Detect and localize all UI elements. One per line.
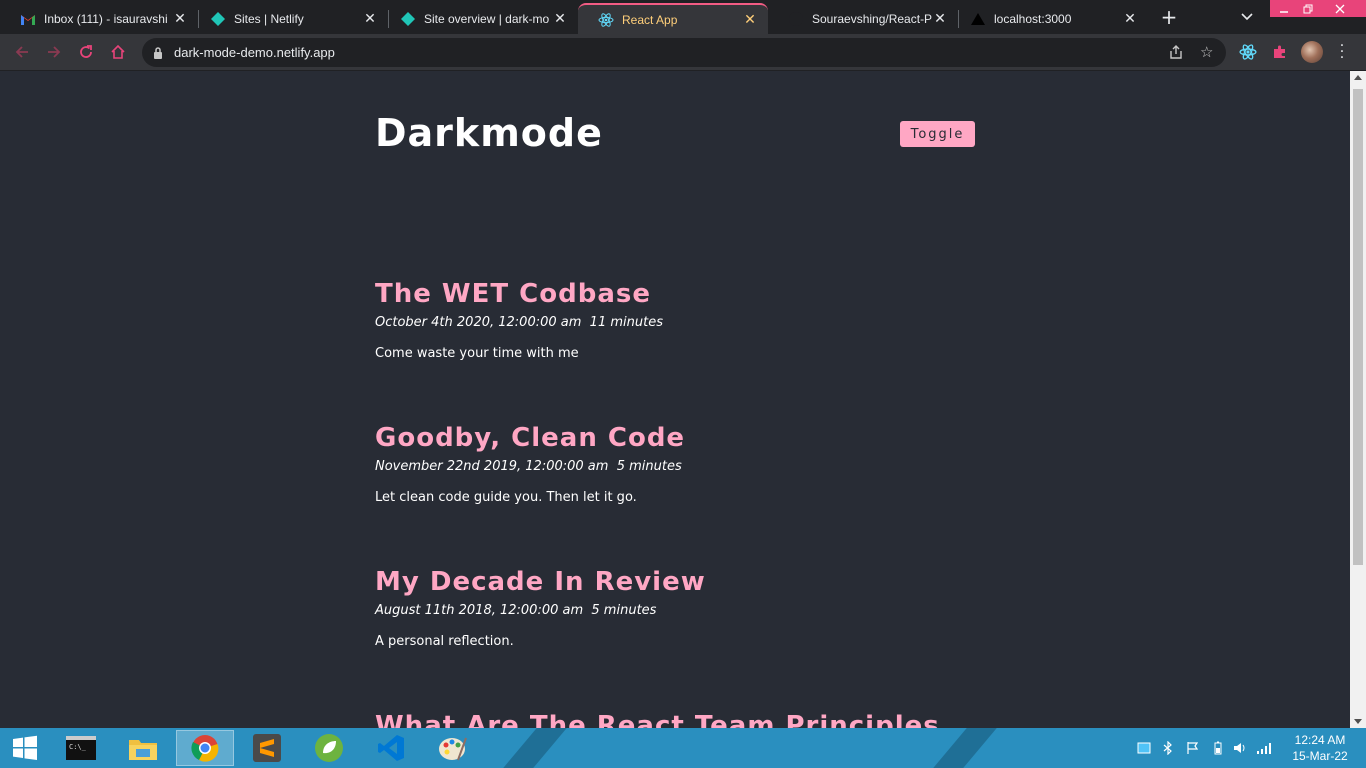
vercel-icon	[970, 11, 986, 27]
scrollbar-thumb[interactable]	[1353, 89, 1363, 565]
tab-title: Inbox (111) - isauravshi	[44, 11, 168, 26]
lock-icon[interactable]	[152, 45, 164, 64]
new-tab-button[interactable]: +	[1158, 6, 1180, 28]
reload-button[interactable]	[74, 40, 98, 64]
post-read-time: 5 minutes	[616, 459, 682, 474]
sublime-text-icon[interactable]	[238, 730, 296, 766]
react-devtools-icon[interactable]	[1238, 42, 1258, 62]
tab-title: localhost:3000	[994, 11, 1072, 26]
react-icon	[598, 12, 614, 28]
post-title[interactable]: What Are The React Team Principles	[375, 711, 975, 728]
post-read-time: 5 minutes	[591, 603, 657, 618]
tab-netlify-sites[interactable]: Sites | Netlify ✕	[190, 3, 388, 34]
tab-github[interactable]: Souraevshing/React-Pro ✕	[768, 3, 958, 34]
post-date: August 11th 2018, 12:00:00 am	[375, 603, 584, 618]
volume-icon[interactable]	[1232, 740, 1248, 756]
scroll-up-arrow-icon[interactable]	[1354, 75, 1362, 80]
chrome-icon[interactable]	[176, 730, 234, 766]
flag-icon[interactable]	[1184, 740, 1200, 756]
share-icon[interactable]	[1168, 44, 1184, 64]
netlify-icon	[400, 11, 416, 27]
file-explorer-icon[interactable]	[114, 730, 172, 766]
close-window-button[interactable]	[1328, 0, 1352, 17]
network-app-tray-icon[interactable]	[1136, 740, 1152, 756]
battery-icon[interactable]	[1210, 740, 1226, 756]
post-date: October 4th 2020, 12:00:00 am	[375, 315, 582, 330]
post-item: Goodby, Clean Code November 22nd 2019, 1…	[375, 423, 975, 505]
forward-button[interactable]	[42, 40, 66, 64]
tab-search-icon[interactable]	[1236, 6, 1258, 28]
post-read-time: 11 minutes	[589, 315, 663, 330]
post-item: My Decade In Review August 11th 2018, 12…	[375, 567, 975, 649]
system-clock[interactable]: 12:24 AM 15-Mar-22	[1280, 732, 1360, 764]
paint-icon[interactable]	[424, 730, 482, 766]
close-icon[interactable]: ✕	[742, 11, 758, 28]
back-button[interactable]	[10, 40, 34, 64]
scroll-down-arrow-icon[interactable]	[1354, 719, 1362, 724]
post-meta: August 11th 2018, 12:00:00 am 5 minutes	[375, 603, 975, 618]
svg-text:C:\_: C:\_	[69, 743, 87, 751]
gmail-icon	[20, 11, 36, 27]
windows-start-icon[interactable]	[0, 728, 50, 768]
github-icon	[788, 11, 804, 27]
page-scrollbar[interactable]	[1350, 71, 1366, 728]
close-icon[interactable]: ✕	[1122, 10, 1138, 27]
post-item: What Are The React Team Principles	[375, 711, 975, 728]
url-text[interactable]: dark-mode-demo.netlify.app	[174, 45, 335, 60]
tab-react-app[interactable]: React App ✕	[578, 3, 768, 34]
close-icon[interactable]: ✕	[362, 10, 378, 27]
tab-localhost[interactable]: localhost:3000 ✕	[950, 3, 1148, 34]
post-title[interactable]: My Decade In Review	[375, 567, 975, 597]
cmd-icon[interactable]: C:\_	[52, 730, 110, 766]
wifi-signal-icon[interactable]	[1256, 740, 1272, 756]
tab-site-overview[interactable]: Site overview | dark-mo ✕	[380, 3, 578, 34]
tab-title: React App	[622, 12, 678, 27]
restore-button[interactable]	[1296, 0, 1320, 17]
minimize-button[interactable]	[1272, 0, 1296, 17]
tab-title: Souraevshing/React-Pro	[812, 11, 932, 26]
clock-time: 12:24 AM	[1294, 733, 1346, 747]
toggle-button[interactable]: Toggle	[900, 121, 975, 147]
address-bar[interactable]: dark-mode-demo.netlify.app ☆	[142, 38, 1226, 67]
spring-tool-icon[interactable]	[300, 730, 358, 766]
post-title[interactable]: Goodby, Clean Code	[375, 423, 975, 453]
clock-date: 15-Mar-22	[1292, 749, 1348, 763]
bluetooth-icon[interactable]	[1160, 740, 1176, 756]
profile-avatar[interactable]	[1301, 41, 1323, 63]
tab-gmail[interactable]: Inbox (111) - isauravshi ✕	[0, 3, 198, 34]
site-title[interactable]: Darkmode	[375, 111, 603, 155]
post-item: The WET Codbase October 4th 2020, 12:00:…	[375, 279, 975, 361]
post-excerpt: Come waste your time with me	[375, 346, 579, 361]
tab-title: Sites | Netlify	[234, 11, 304, 26]
page-content: Darkmode Toggle The WET Codbase October …	[0, 71, 1350, 728]
tab-title: Site overview | dark-mo	[424, 11, 550, 26]
close-icon[interactable]: ✕	[932, 10, 948, 27]
close-icon[interactable]: ✕	[172, 10, 188, 27]
post-excerpt: Let clean code guide you. Then let it go…	[375, 490, 637, 505]
post-excerpt: A personal reflection.	[375, 634, 514, 649]
home-button[interactable]	[106, 40, 130, 64]
post-date: November 22nd 2019, 12:00:00 am	[375, 459, 609, 474]
browser-menu-icon[interactable]: · · ·	[1338, 39, 1346, 65]
browser-toolbar: dark-mode-demo.netlify.app ☆ · · ·	[0, 34, 1366, 71]
taskbar-decoration	[494, 728, 576, 768]
extensions-puzzle-icon[interactable]	[1270, 42, 1290, 62]
post-meta: October 4th 2020, 12:00:00 am 11 minutes	[375, 315, 975, 330]
post-meta: November 22nd 2019, 12:00:00 am 5 minute…	[375, 459, 975, 474]
netlify-icon	[210, 11, 226, 27]
post-title[interactable]: The WET Codbase	[375, 279, 975, 309]
taskbar-decoration	[924, 728, 1006, 768]
close-icon[interactable]: ✕	[552, 10, 568, 27]
tab-strip: Inbox (111) - isauravshi ✕ Sites | Netli…	[0, 0, 1366, 34]
bookmark-star-icon[interactable]: ☆	[1200, 43, 1213, 61]
vscode-icon[interactable]	[362, 730, 420, 766]
windows-taskbar: C:\_ 12:24 AM 15-Mar-22	[0, 728, 1366, 768]
